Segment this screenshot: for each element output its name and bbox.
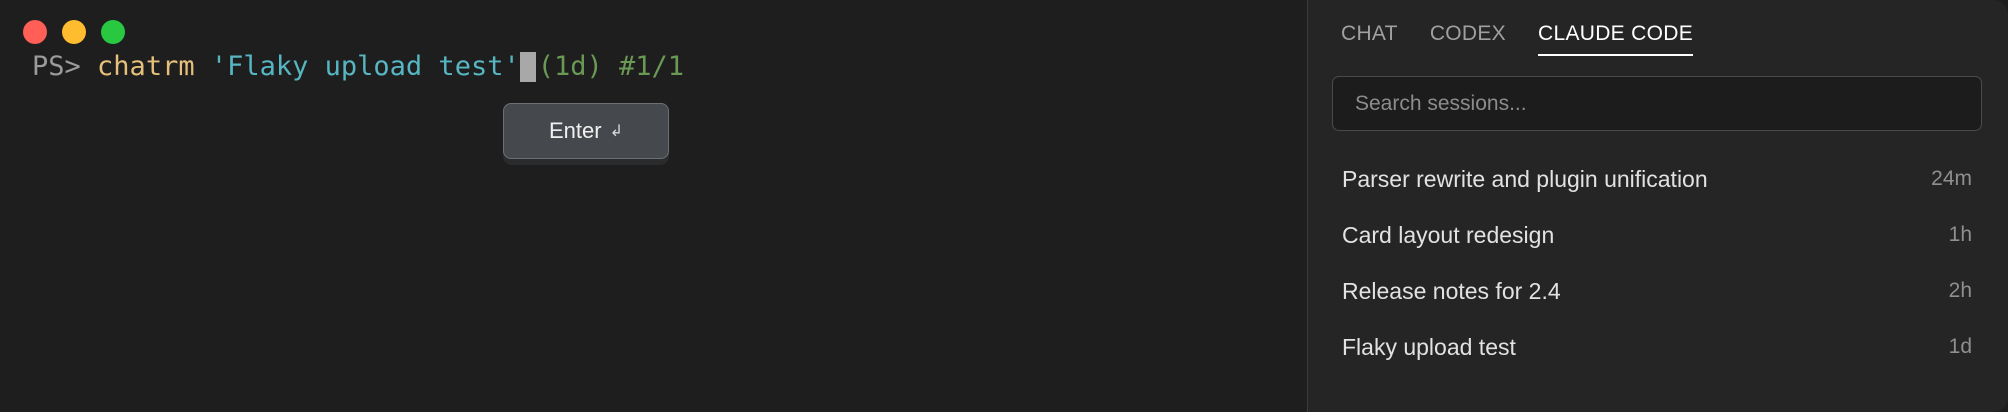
command-name: chatrm <box>97 51 195 82</box>
session-item[interactable]: Release notes for 2.4 2h <box>1332 263 1982 319</box>
prompt-symbol: PS> <box>32 51 81 82</box>
app-window: PS> chatrm 'Flaky upload test' (1d) #1/1 … <box>0 0 2008 412</box>
tab-claude-code[interactable]: CLAUDE CODE <box>1538 22 1693 56</box>
minimize-window-button[interactable] <box>62 20 86 44</box>
session-title: Flaky upload test <box>1342 333 1516 360</box>
session-age: 2h <box>1948 279 1972 302</box>
enter-button-shadow: Enter ↲ <box>503 103 669 165</box>
session-age: 24m <box>1931 167 1972 190</box>
enter-button[interactable]: Enter ↲ <box>503 103 669 159</box>
session-title: Card layout redesign <box>1342 221 1555 248</box>
window-controls <box>23 20 125 44</box>
session-list: Parser rewrite and plugin unification 24… <box>1332 151 1982 375</box>
sessions-sidebar: CHAT CODEX CLAUDE CODE Parser rewrite an… <box>1307 0 2008 412</box>
enter-button-label: Enter <box>549 118 602 143</box>
search-sessions-input[interactable] <box>1332 76 1982 131</box>
tab-codex[interactable]: CODEX <box>1430 22 1506 56</box>
session-item[interactable]: Flaky upload test 1d <box>1332 319 1982 375</box>
terminal-pane[interactable]: PS> chatrm 'Flaky upload test' (1d) #1/1 … <box>0 0 1307 412</box>
session-item[interactable]: Parser rewrite and plugin unification 24… <box>1332 151 1982 207</box>
session-title: Parser rewrite and plugin unification <box>1342 165 1708 192</box>
session-title: Release notes for 2.4 <box>1342 277 1561 304</box>
text-cursor <box>519 52 536 82</box>
tab-chat[interactable]: CHAT <box>1341 22 1398 56</box>
completion-hint: (1d) #1/1 <box>537 51 685 82</box>
maximize-window-button[interactable] <box>101 20 125 44</box>
command-line[interactable]: PS> chatrm 'Flaky upload test' (1d) #1/1 <box>32 48 684 86</box>
sidebar-tabs: CHAT CODEX CLAUDE CODE <box>1341 22 1693 56</box>
command-argument: 'Flaky upload test' <box>210 51 520 82</box>
close-window-button[interactable] <box>23 20 47 44</box>
session-item[interactable]: Card layout redesign 1h <box>1332 207 1982 263</box>
return-arrow-icon: ↲ <box>609 123 623 140</box>
session-age: 1d <box>1948 335 1972 358</box>
session-age: 1h <box>1948 223 1972 246</box>
